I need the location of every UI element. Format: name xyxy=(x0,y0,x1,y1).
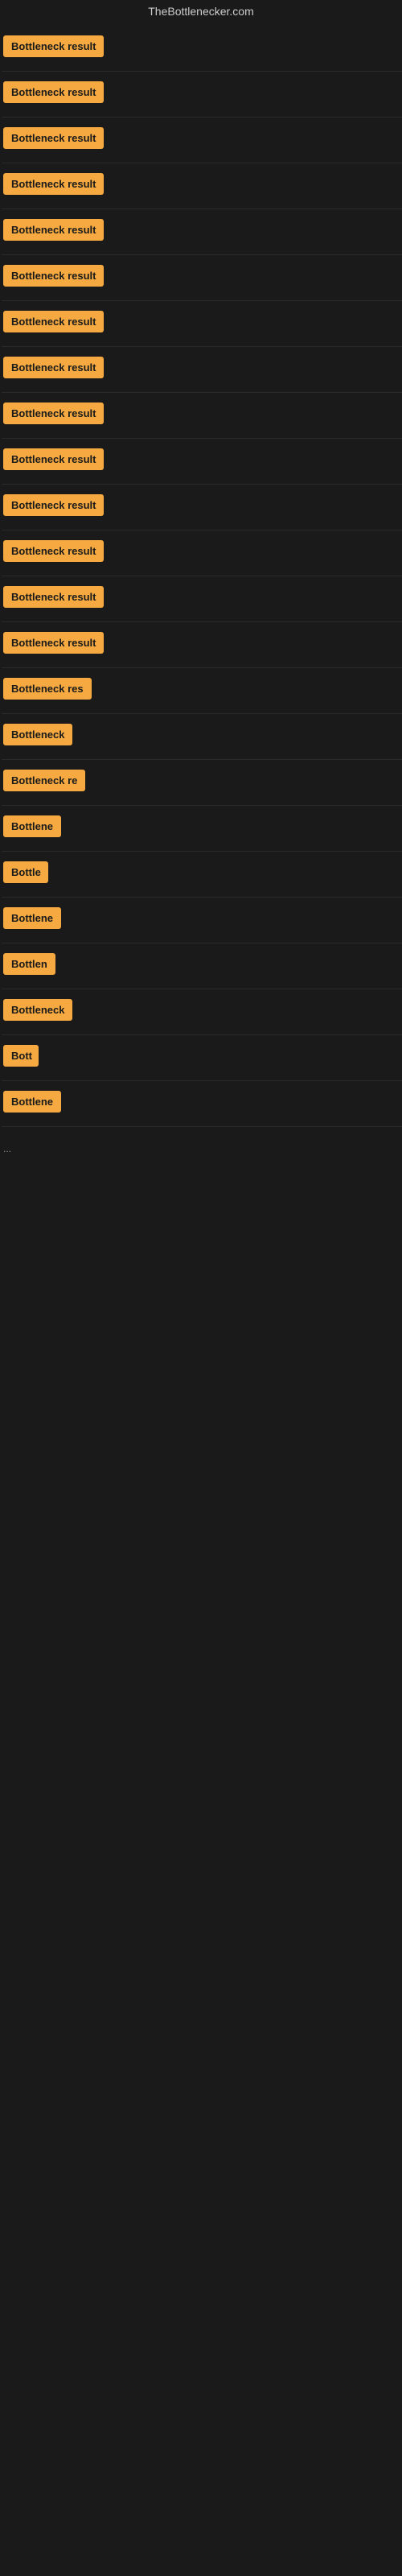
result-row-13: Bottleneck result xyxy=(2,576,402,622)
bottleneck-badge-23[interactable]: Bott xyxy=(3,1045,39,1067)
result-row-24: Bottlene xyxy=(2,1081,402,1127)
bottleneck-badge-5[interactable]: Bottleneck result xyxy=(3,219,104,241)
bottleneck-badge-10[interactable]: Bottleneck result xyxy=(3,448,104,470)
result-row-14: Bottleneck result xyxy=(2,622,402,668)
bottleneck-badge-15[interactable]: Bottleneck res xyxy=(3,678,92,700)
bottleneck-badge-24[interactable]: Bottlene xyxy=(3,1091,61,1113)
result-row-4: Bottleneck result xyxy=(2,163,402,209)
result-row-11: Bottleneck result xyxy=(2,485,402,530)
result-row-21: Bottlen xyxy=(2,943,402,989)
bottleneck-badge-7[interactable]: Bottleneck result xyxy=(3,311,104,332)
ellipsis-indicator: ... xyxy=(0,1127,402,1170)
result-row-16: Bottleneck xyxy=(2,714,402,760)
bottleneck-badge-14[interactable]: Bottleneck result xyxy=(3,632,104,654)
bottleneck-badge-1[interactable]: Bottleneck result xyxy=(3,35,104,57)
bottleneck-badge-4[interactable]: Bottleneck result xyxy=(3,173,104,195)
result-row-19: Bottle xyxy=(2,852,402,898)
site-title: TheBottlenecker.com xyxy=(0,0,402,26)
bottleneck-badge-22[interactable]: Bottleneck xyxy=(3,999,72,1021)
result-row-18: Bottlene xyxy=(2,806,402,852)
bottleneck-badge-20[interactable]: Bottlene xyxy=(3,907,61,929)
bottleneck-badge-12[interactable]: Bottleneck result xyxy=(3,540,104,562)
bottleneck-badge-21[interactable]: Bottlen xyxy=(3,953,55,975)
result-row-23: Bott xyxy=(2,1035,402,1081)
result-row-12: Bottleneck result xyxy=(2,530,402,576)
result-row-22: Bottleneck xyxy=(2,989,402,1035)
results-list: Bottleneck result Bottleneck result Bottle… xyxy=(0,26,402,1127)
bottleneck-badge-13[interactable]: Bottleneck result xyxy=(3,586,104,608)
ellipsis-text: ... xyxy=(3,1143,11,1154)
bottleneck-badge-8[interactable]: Bottleneck result xyxy=(3,357,104,378)
result-row-15: Bottleneck res xyxy=(2,668,402,714)
result-row-6: Bottleneck result xyxy=(2,255,402,301)
bottleneck-badge-6[interactable]: Bottleneck result xyxy=(3,265,104,287)
result-row-2: Bottleneck result xyxy=(2,72,402,118)
result-row-8: Bottleneck result xyxy=(2,347,402,393)
bottleneck-badge-16[interactable]: Bottleneck xyxy=(3,724,72,745)
bottleneck-badge-18[interactable]: Bottlene xyxy=(3,815,61,837)
bottleneck-badge-2[interactable]: Bottleneck result xyxy=(3,81,104,103)
result-row-9: Bottleneck result xyxy=(2,393,402,439)
result-row-17: Bottleneck re xyxy=(2,760,402,806)
bottleneck-badge-19[interactable]: Bottle xyxy=(3,861,48,883)
result-row-10: Bottleneck result xyxy=(2,439,402,485)
result-row-5: Bottleneck result xyxy=(2,209,402,255)
result-row-1: Bottleneck result xyxy=(2,26,402,72)
site-header: TheBottlenecker.com xyxy=(0,0,402,26)
bottleneck-badge-17[interactable]: Bottleneck re xyxy=(3,770,85,791)
result-row-7: Bottleneck result xyxy=(2,301,402,347)
result-row-3: Bottleneck result xyxy=(2,118,402,163)
bottleneck-badge-3[interactable]: Bottleneck result xyxy=(3,127,104,149)
bottleneck-badge-11[interactable]: Bottleneck result xyxy=(3,494,104,516)
bottleneck-badge-9[interactable]: Bottleneck result xyxy=(3,402,104,424)
result-row-20: Bottlene xyxy=(2,898,402,943)
